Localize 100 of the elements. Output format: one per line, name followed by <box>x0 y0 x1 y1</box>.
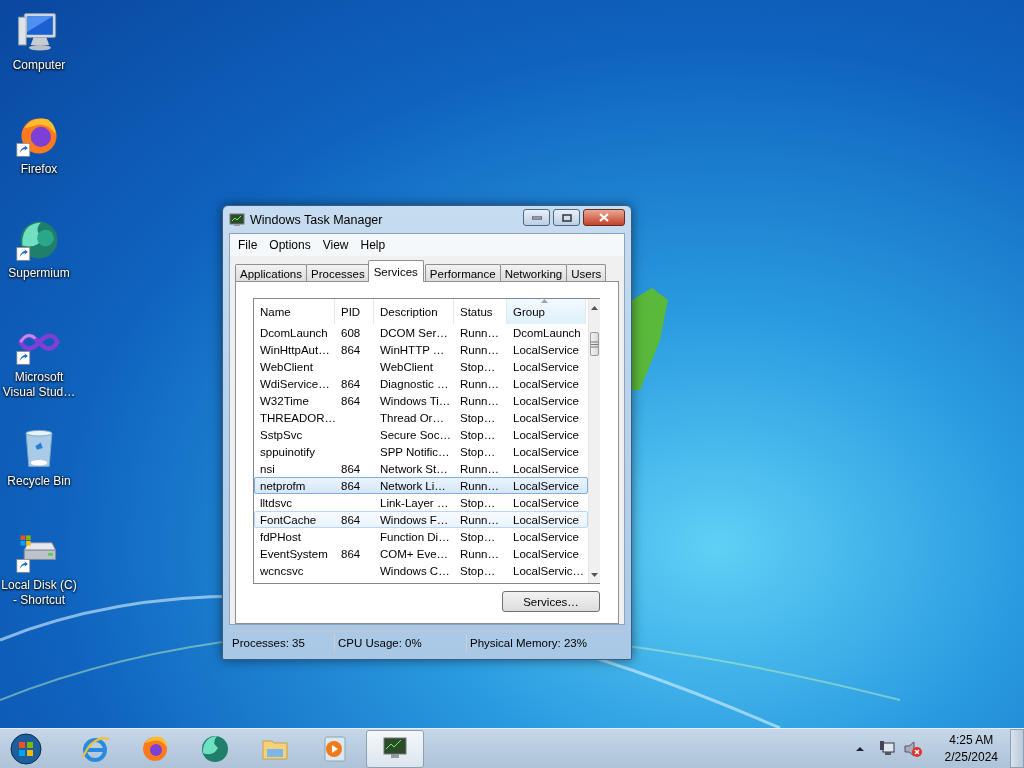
desktop-icon-label[interactable]: Local Disk (C) - Shortcut <box>0 578 78 608</box>
selected-row[interactable]: netprofm 864 Network Li… Runn… LocalService <box>254 477 588 494</box>
tab[interactable]: Processes <box>306 264 370 282</box>
status-text: Physical Memory: 23% <box>469 635 588 651</box>
table-cell-text: WinHTTP … <box>379 343 446 356</box>
table-cell-text: DcomLaunch <box>259 326 329 339</box>
table-cell-text: WebClient <box>379 360 434 373</box>
tab[interactable]: Applications <box>235 264 307 282</box>
table-cell-text: LocalService <box>512 360 580 373</box>
table-cell-text: LocalService <box>512 394 580 407</box>
window-title: Windows Task Manager <box>250 212 384 227</box>
status-text: CPU Usage: 0% <box>335 633 467 652</box>
table-cell-text: W32Time <box>259 394 310 407</box>
table-cell-text: SstpSvc <box>259 428 304 441</box>
table-cell-text: LocalService <box>512 496 580 509</box>
table-cell-text: nsi <box>259 462 276 475</box>
table-cell-text: WdiService… <box>259 377 331 390</box>
tab[interactable]: Performance <box>424 264 501 282</box>
desktop-icon-label[interactable]: Supermium <box>0 266 78 281</box>
table-cell-text: WinHttpAut… <box>259 343 331 356</box>
table-cell-text: LocalService <box>512 343 580 356</box>
table-cell-text: netprofm <box>259 479 307 492</box>
scroll-thumb[interactable] <box>590 332 599 356</box>
table-cell-text: Runn… <box>459 377 500 390</box>
table-cell-text: LocalService <box>512 547 580 560</box>
table-cell-text: sppuinotify <box>259 445 316 458</box>
down-arrow-icon <box>591 572 598 577</box>
table-cell-text: LocalService <box>512 513 580 526</box>
table-cell-text: Link-Layer … <box>379 496 450 509</box>
taskbar-button[interactable] <box>366 729 424 768</box>
table-cell-text: Stop… <box>459 411 497 424</box>
maximize-button[interactable] <box>553 209 580 226</box>
table-cell-text: Thread Or… <box>379 411 445 424</box>
tab[interactable]: Services <box>367 260 424 282</box>
column-header[interactable]: Group <box>507 299 586 324</box>
table-cell-text: fdPHost <box>259 530 302 543</box>
status-text: Processes: 35 <box>229 633 335 652</box>
minimize-icon <box>531 215 542 220</box>
maximize-icon <box>561 213 572 222</box>
menu-item[interactable]: View <box>316 238 355 252</box>
table-cell-text: LocalService <box>512 411 580 424</box>
table-cell-text: 864 <box>340 547 362 560</box>
muted-speaker-icon[interactable] <box>902 739 923 758</box>
menu-item[interactable]: File <box>232 238 264 252</box>
desktop-icon-label[interactable]: Computer <box>0 58 78 73</box>
table-cell-text: Network St… <box>379 462 449 475</box>
close-button[interactable] <box>583 209 625 226</box>
menu-item[interactable]: Options <box>263 238 317 252</box>
table-cell-text: LocalService <box>512 428 580 441</box>
table-cell-text: Runn… <box>459 547 500 560</box>
table-cell-text: COM+ Eve… <box>379 547 450 560</box>
network-icon[interactable] <box>878 739 897 758</box>
minimize-button[interactable] <box>523 209 550 226</box>
close-icon <box>599 213 609 222</box>
table-cell-text: Stop… <box>459 428 497 441</box>
table-cell-text: Stop… <box>459 360 497 373</box>
table-cell-text: lltdsvc <box>259 496 293 509</box>
table-cell-text: Runn… <box>459 343 500 356</box>
table-cell-text: Secure Soc… <box>379 428 452 441</box>
table-cell-text: THREADOR… <box>259 411 336 424</box>
windows-logo-icon <box>10 732 42 765</box>
table-cell-text: Stop… <box>459 445 497 458</box>
monitor-icon <box>229 212 245 227</box>
table-cell-text: LocalService <box>512 377 580 390</box>
table-cell-text: Windows C… <box>379 564 451 577</box>
table-cell-text: LocalServic… <box>512 564 585 577</box>
table-cell-text: Runn… <box>459 462 500 475</box>
table-cell-text: LocalService <box>512 445 580 458</box>
table-cell-text: Stop… <box>459 496 497 509</box>
table-cell-text: 864 <box>340 479 362 492</box>
table-cell-text: 864 <box>340 513 362 526</box>
table-cell-text: Function Di… <box>379 530 451 543</box>
table-cell-text: Windows Ti… <box>379 394 452 407</box>
table-cell-text: FontCache <box>259 513 318 526</box>
menu-item[interactable]: Help <box>354 238 392 252</box>
clock-time[interactable]: 4:25 AM <box>949 731 994 749</box>
tab[interactable]: Networking <box>499 264 568 282</box>
services-button[interactable]: Services… <box>502 591 600 612</box>
sort-arrow-icon <box>541 299 548 303</box>
table-cell-text: LocalService <box>512 462 580 475</box>
desktop-icon-label[interactable]: Firefox <box>0 162 78 177</box>
table-cell-text: Runn… <box>459 326 500 339</box>
tab[interactable]: Users <box>566 264 607 282</box>
hovered-row[interactable]: FontCache 864 Windows F… Runn… LocalService <box>254 511 588 528</box>
clock-date[interactable]: 2/25/2024 <box>944 748 998 766</box>
desktop-icon-label[interactable]: Recycle Bin <box>0 474 78 489</box>
table-cell-text: Windows F… <box>379 513 450 526</box>
table-cell-text: Runn… <box>459 513 500 526</box>
table-cell-text: Stop… <box>459 530 497 543</box>
desktop-icon-label[interactable]: Microsoft Visual Stud… <box>0 370 78 400</box>
table-cell-text: WebClient <box>259 360 314 373</box>
table-cell-text: Diagnostic … <box>379 377 450 390</box>
table-cell-text: 864 <box>340 394 362 407</box>
table-cell-text: 864 <box>340 462 362 475</box>
grip-icon <box>591 340 598 348</box>
table-cell-text: Stop… <box>459 564 497 577</box>
up-arrow-icon <box>591 305 598 310</box>
table-cell-text: DcomLaunch <box>512 326 582 339</box>
table-cell-text: SPP Notific… <box>379 445 451 458</box>
table-cell-text: 864 <box>340 343 362 356</box>
